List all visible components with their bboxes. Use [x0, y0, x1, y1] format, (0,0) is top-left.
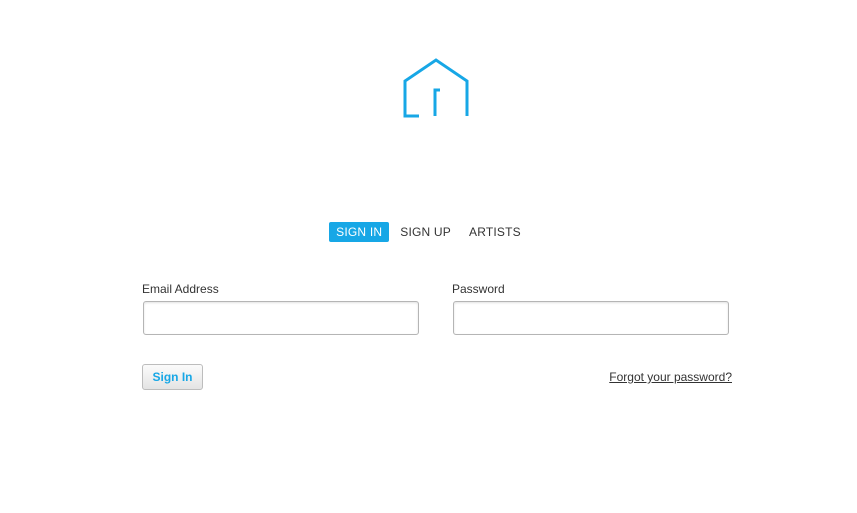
forgot-password-link[interactable]: Forgot your password? — [609, 370, 732, 384]
tab-sign-in[interactable]: SIGN IN — [329, 222, 390, 242]
tab-artists[interactable]: ARTISTS — [462, 222, 528, 242]
sign-in-button[interactable]: Sign In — [142, 364, 203, 390]
email-label: Email Address — [142, 282, 219, 296]
password-label: Password — [452, 282, 505, 296]
house-icon — [403, 58, 469, 118]
email-field[interactable] — [143, 301, 419, 335]
password-field[interactable] — [453, 301, 729, 335]
auth-tabs: SIGN IN SIGN UP ARTISTS — [0, 222, 857, 242]
tab-sign-up[interactable]: SIGN UP — [393, 222, 458, 242]
